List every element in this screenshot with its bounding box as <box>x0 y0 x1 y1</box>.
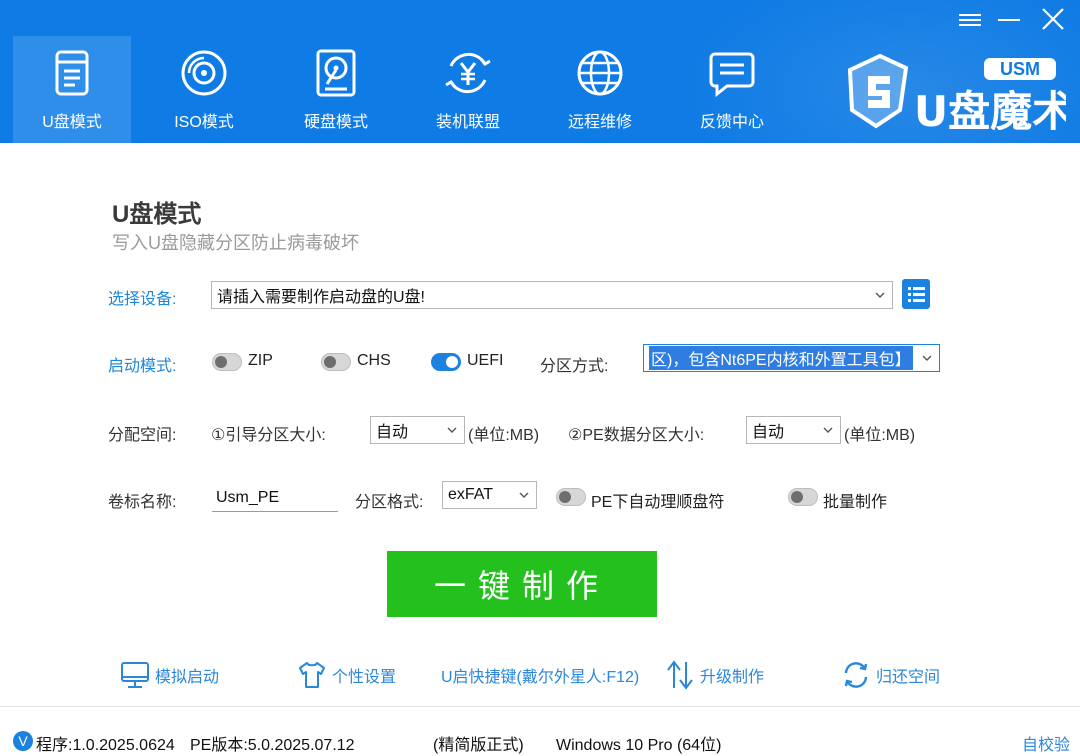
version-badge: V <box>13 731 33 751</box>
self-verify-link[interactable]: 自校验 <box>1022 731 1070 755</box>
volume-label: 卷标名称: <box>108 494 177 511</box>
upgrade-make-label: 升级制作 <box>700 669 765 686</box>
tab-label: 装机联盟 <box>435 114 500 131</box>
close-icon[interactable] <box>1038 6 1068 34</box>
uefi-toggle-label: UEFI <box>467 352 504 369</box>
boot-mode-label: 启动模式: <box>108 358 177 375</box>
chevron-down-icon <box>875 292 885 298</box>
chevron-down-icon <box>447 427 457 433</box>
partition-mode-value: 区)，包含Nt6PE内核和外置工具包】 <box>649 346 913 370</box>
toggle-knob <box>559 491 571 503</box>
hard-disk-icon <box>316 49 356 97</box>
boot-size-value: 自动 <box>376 424 409 441</box>
batch-make-toggle[interactable] <box>788 488 818 506</box>
tab-iso-mode[interactable]: ISO模式 <box>145 36 263 143</box>
tab-label: U盘模式 <box>42 114 102 131</box>
usb-drive-icon <box>55 50 89 96</box>
tab-label: 硬盘模式 <box>303 114 368 131</box>
tab-usb-mode[interactable]: U盘模式 <box>13 36 131 143</box>
page-subtitle: 写入U盘隐藏分区防止病毒破坏 <box>112 233 359 253</box>
boot-hotkey-link[interactable]: U启快捷键(戴尔外星人:F12) <box>441 658 639 692</box>
upgrade-arrows-icon <box>667 660 693 690</box>
pe-version: PE版本:5.0.2025.07.12 <box>190 737 355 754</box>
personalize-button[interactable]: 个性设置 <box>296 658 396 692</box>
brand-logo-mark: USM U盘魔术师 <box>847 53 1080 136</box>
edition-text: (精简版正式) <box>433 737 524 754</box>
one-click-make-button[interactable]: 一键制作 <box>387 551 657 617</box>
tab-install-union[interactable]: 装机联盟 <box>409 36 527 143</box>
format-value: exFAT <box>448 486 494 503</box>
list-icon <box>908 287 925 302</box>
chs-toggle-label: CHS <box>357 352 391 369</box>
restore-space-button[interactable]: 归还空间 <box>840 658 940 692</box>
menu-icon[interactable] <box>956 6 986 34</box>
simulate-boot-label: 模拟启动 <box>155 669 220 686</box>
monitor-icon <box>121 662 149 688</box>
auto-drive-order-toggle[interactable] <box>556 488 586 506</box>
zip-toggle-label: ZIP <box>248 352 273 369</box>
pe-size-unit: (单位:MB) <box>844 427 916 444</box>
device-select-value: 请插入需要制作启动盘的U盘! <box>217 289 426 306</box>
header-bar: U盘模式 ISO模式 硬盘模式 装机联盟 远程维修 反馈中心 USM U盘魔术 <box>0 0 1080 143</box>
restore-space-label: 归还空间 <box>876 669 941 686</box>
os-info: Windows 10 Pro (64位) <box>556 737 722 754</box>
tab-remote-repair[interactable]: 远程维修 <box>541 36 659 143</box>
disc-icon <box>181 50 227 96</box>
pe-size-select[interactable]: 自动 <box>746 416 841 444</box>
boot-size-select[interactable]: 自动 <box>370 416 465 444</box>
program-version: 程序:1.0.2025.0624 <box>36 737 175 754</box>
boot-size-label: ①引导分区大小: <box>211 427 326 444</box>
simulate-boot-button[interactable]: 模拟启动 <box>119 658 219 692</box>
uefi-toggle[interactable] <box>431 353 461 371</box>
tab-label: 反馈中心 <box>699 114 764 131</box>
zip-toggle[interactable] <box>212 353 242 371</box>
device-list-button[interactable] <box>902 279 930 309</box>
auto-drive-order-label: PE下自动理顺盘符 <box>591 494 725 511</box>
device-label: 选择设备: <box>108 291 177 308</box>
chevron-down-icon <box>922 355 932 361</box>
toggle-knob <box>324 356 336 368</box>
tab-label: 远程维修 <box>567 114 632 131</box>
chs-toggle[interactable] <box>321 353 351 371</box>
boot-hotkey-label: U启快捷键(戴尔外星人:F12) <box>441 669 640 686</box>
toggle-knob <box>215 356 227 368</box>
globe-icon <box>577 50 623 96</box>
pe-size-value: 自动 <box>752 424 785 441</box>
svg-text:U盘魔术师: U盘魔术师 <box>914 87 1066 130</box>
tab-label: ISO模式 <box>174 114 234 131</box>
volume-name-input[interactable] <box>212 484 338 512</box>
chevron-down-icon <box>519 492 529 498</box>
boot-size-unit: (单位:MB) <box>468 427 540 444</box>
tab-hdd-mode[interactable]: 硬盘模式 <box>277 36 395 143</box>
refresh-icon <box>844 662 868 688</box>
toggle-knob <box>446 356 458 368</box>
partition-mode-select[interactable]: 区)，包含Nt6PE内核和外置工具包】 <box>643 344 940 372</box>
status-divider <box>0 706 1080 707</box>
alloc-label: 分配空间: <box>108 427 177 444</box>
format-label: 分区格式: <box>355 494 424 511</box>
upgrade-make-button[interactable]: 升级制作 <box>664 658 764 692</box>
pe-size-label: ②PE数据分区大小: <box>568 427 705 444</box>
tab-feedback-center[interactable]: 反馈中心 <box>673 36 791 143</box>
page-title: U盘模式 <box>112 201 202 228</box>
format-select[interactable]: exFAT <box>442 481 537 509</box>
batch-make-label: 批量制作 <box>823 494 888 511</box>
partition-mode-label: 分区方式: <box>540 358 609 375</box>
toggle-knob <box>791 491 803 503</box>
device-select[interactable]: 请插入需要制作启动盘的U盘! <box>211 281 893 309</box>
chevron-down-icon <box>823 427 833 433</box>
svg-text:USM: USM <box>1000 59 1040 79</box>
brand-logo: USM U盘魔术师 <box>846 52 1080 136</box>
tshirt-icon <box>299 662 325 688</box>
personalize-label: 个性设置 <box>332 669 397 686</box>
minimize-icon[interactable] <box>995 6 1025 34</box>
yen-coin-icon <box>445 52 491 94</box>
chat-icon <box>709 52 755 98</box>
